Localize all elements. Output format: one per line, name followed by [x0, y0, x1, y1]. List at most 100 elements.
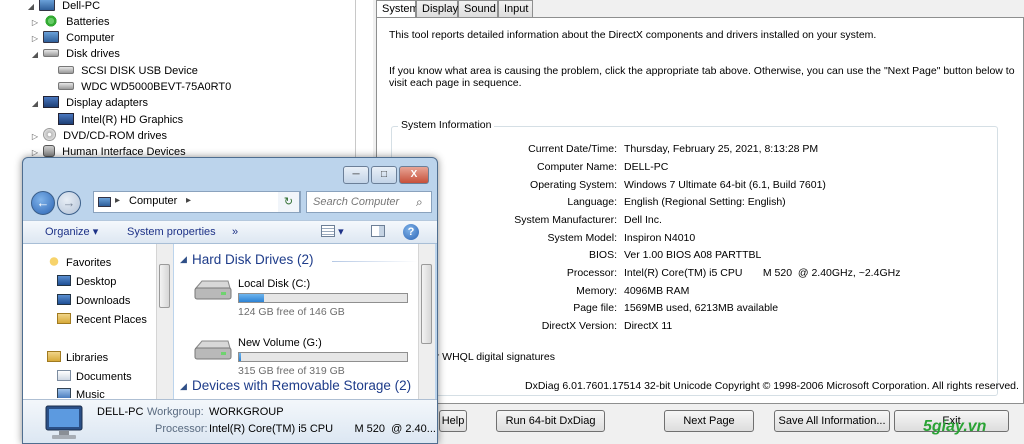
close-button[interactable]: X: [399, 166, 429, 184]
value-date-time: Thursday, February 25, 2021, 8:13:28 PM: [624, 143, 819, 155]
search-icon: ⌕: [416, 195, 423, 209]
dxdiag-footer: DxDiag 6.01.7601.17514 32-bit Unicode Co…: [525, 380, 1019, 392]
help-icon[interactable]: ?: [403, 224, 419, 240]
tree-item-disk-drives[interactable]: ◢ Disk drives: [30, 46, 120, 62]
search-input[interactable]: Search Computer: [306, 191, 432, 213]
preview-pane-button[interactable]: [371, 221, 385, 245]
more-commands-button[interactable]: »: [232, 221, 238, 245]
nav-documents[interactable]: Documents: [57, 368, 132, 386]
help-button[interactable]: Help: [439, 410, 467, 432]
star-icon: [47, 256, 61, 267]
computer-icon: [39, 0, 56, 11]
nav-desktop[interactable]: Desktop: [57, 273, 116, 291]
nav-pane-scrollbar[interactable]: [156, 244, 173, 399]
back-button[interactable]: ←: [31, 191, 55, 215]
tree-root-dell-pc[interactable]: ◢ Dell-PC: [26, 0, 100, 14]
content-pane: ◢ Hard Disk Drives (2) Local Disk (C:) 1…: [174, 244, 418, 399]
drive-g-name[interactable]: New Volume (G:): [238, 337, 322, 349]
scrollbar-thumb[interactable]: [421, 264, 432, 344]
group-hard-disk-drives[interactable]: Hard Disk Drives (2): [192, 252, 314, 267]
drive-g-free-space: 315 GB free of 319 GB: [238, 365, 345, 377]
group-removable-storage[interactable]: Devices with Removable Storage (2): [192, 378, 411, 393]
nav-libraries[interactable]: Libraries: [47, 349, 108, 367]
drive-c-usage-bar: [238, 293, 408, 303]
disk-drive-icon: [58, 66, 74, 74]
value-memory: 4096MB RAM: [624, 285, 690, 297]
nav-downloads[interactable]: Downloads: [57, 292, 130, 310]
nav-recent-places[interactable]: Recent Places: [57, 311, 147, 329]
value-directx-version: DirectX 11: [624, 320, 673, 332]
details-workgroup-value: WORKGROUP: [209, 406, 284, 418]
details-processor-value: Intel(R) Core(TM) i5 CPU M 520 @ 2.40...: [209, 423, 436, 435]
computer-icon: [98, 197, 111, 207]
tab-input[interactable]: Input: [498, 0, 533, 18]
whql-check-label[interactable]: for WHQL digital signatures: [427, 351, 555, 364]
minimize-button[interactable]: ─: [343, 166, 369, 184]
drive-c-name[interactable]: Local Disk (C:): [238, 278, 310, 290]
collapsed-arrow-icon: ▷: [31, 34, 39, 43]
group-collapse-icon[interactable]: ◢: [180, 381, 187, 392]
change-view-button[interactable]: ▾: [321, 221, 344, 245]
next-page-button[interactable]: Next Page: [664, 410, 754, 432]
collapsed-arrow-icon: ▷: [31, 18, 39, 27]
tree-label: Computer: [66, 32, 115, 44]
command-bar: Organize ▾ System properties » ▾ ?: [23, 220, 437, 245]
address-bar[interactable]: ▸ Computer ▸: [93, 191, 301, 213]
system-tab-panel: This tool reports detailed information a…: [376, 17, 1024, 404]
tree-item-dvd-cdrom[interactable]: ▷ DVD/CD-ROM drives: [30, 128, 167, 144]
hid-device-icon: [43, 145, 56, 157]
nav-label: Documents: [76, 371, 132, 383]
tree-item-intel-hd[interactable]: Intel(R) HD Graphics: [58, 112, 183, 128]
chevron-down-icon: ▾: [338, 226, 344, 238]
tab-display[interactable]: Display: [416, 0, 458, 18]
group-title: System Information: [398, 119, 495, 131]
value-processor: Intel(R) Core(TM) i5 CPU M 520 @ 2.40GHz…: [624, 267, 901, 279]
maximize-button[interactable]: □: [371, 166, 397, 184]
collapsed-arrow-icon: ▷: [31, 132, 39, 141]
tree-label: WDC WD5000BEVT-75A0RT0: [81, 81, 232, 93]
intro-text-3: visit each page in sequence.: [389, 77, 522, 89]
drive-g-usage-bar: [238, 352, 408, 362]
system-properties-button[interactable]: System properties: [127, 221, 216, 245]
value-os: Windows 7 Ultimate 64-bit (6.1, Build 76…: [624, 179, 826, 191]
nav-label: Music: [76, 389, 105, 398]
breadcrumb-separator-icon: ▸: [115, 195, 121, 206]
refresh-icon[interactable]: ↻: [278, 191, 300, 213]
disk-drive-icon: [58, 82, 74, 90]
breadcrumb-computer[interactable]: Computer: [129, 195, 177, 207]
libraries-icon: [47, 351, 61, 362]
tree-label: SCSI DISK USB Device: [81, 65, 198, 77]
tree-item-computer[interactable]: ▷ Computer: [30, 30, 114, 46]
breadcrumb-separator-icon: ▸: [186, 195, 192, 206]
explorer-window: ─ □ X ← → ▸ Computer ▸ ↻ Search Computer…: [22, 157, 438, 444]
value-manufacturer: Dell Inc.: [624, 214, 662, 226]
tree-item-wdc-disk[interactable]: WDC WD5000BEVT-75A0RT0: [58, 79, 231, 95]
disk-drive-icon: [43, 49, 60, 57]
expanded-arrow-icon: ◢: [31, 99, 39, 108]
run-64bit-dxdiag-button[interactable]: Run 64-bit DxDiag: [496, 410, 605, 432]
value-bios: Ver 1.00 BIOS A08 PARTTBL: [624, 249, 762, 261]
hard-drive-icon: [194, 340, 232, 360]
value-page-file: 1569MB used, 6213MB available: [624, 302, 779, 314]
tab-sound[interactable]: Sound: [458, 0, 498, 18]
group-collapse-icon[interactable]: ◢: [180, 254, 187, 265]
tree-item-batteries[interactable]: ▷ Batteries: [30, 14, 110, 30]
tree-label: Display adapters: [66, 97, 149, 109]
tree-label: Batteries: [66, 16, 110, 28]
nav-music[interactable]: Music: [57, 386, 105, 398]
scrollbar-thumb[interactable]: [159, 264, 170, 308]
tree-item-display-adapters[interactable]: ◢ Display adapters: [30, 95, 148, 111]
tree-item-scsi-disk[interactable]: SCSI DISK USB Device: [58, 63, 198, 79]
organize-button[interactable]: Organize ▾: [45, 221, 98, 245]
value-computer-name: DELL-PC: [624, 161, 669, 173]
forward-button[interactable]: →: [57, 191, 81, 215]
details-pane: DELL-PC Workgroup: WORKGROUP Processor: …: [23, 399, 437, 443]
nav-favorites[interactable]: Favorites: [47, 254, 111, 272]
documents-icon: [57, 370, 71, 381]
expanded-arrow-icon: ◢: [31, 50, 39, 59]
tree-label: Intel(R) HD Graphics: [81, 114, 184, 126]
save-all-information-button[interactable]: Save All Information...: [774, 410, 890, 432]
display-adapter-icon: [58, 113, 74, 125]
content-scrollbar[interactable]: [418, 244, 435, 399]
tree-label: Dell-PC: [62, 0, 101, 12]
